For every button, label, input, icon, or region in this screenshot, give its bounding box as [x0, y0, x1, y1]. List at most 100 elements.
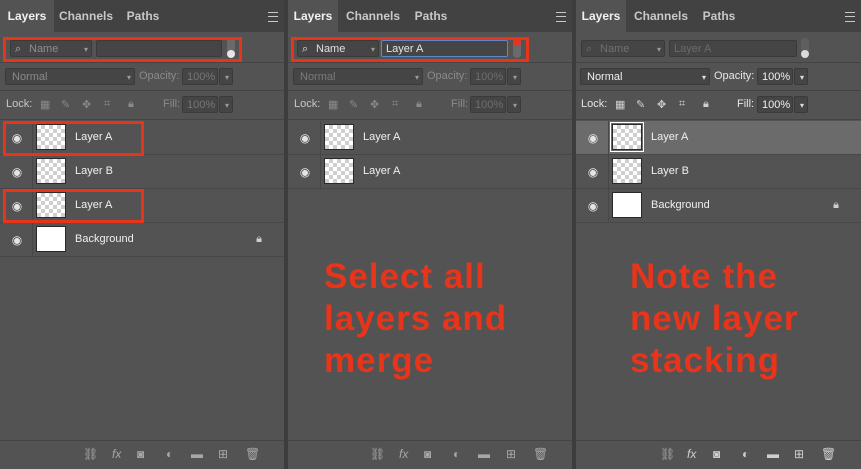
eye-icon[interactable]: ◉: [586, 165, 600, 179]
fx-icon[interactable]: fx: [687, 447, 696, 461]
lock-move-icon[interactable]: ✥: [657, 98, 666, 111]
folder-icon[interactable]: ▬: [478, 447, 490, 461]
eye-icon[interactable]: ◉: [10, 165, 24, 179]
opacity-dropdown[interactable]: ▾: [507, 68, 521, 85]
link-icon[interactable]: ⛓︎: [660, 447, 675, 461]
fx-icon[interactable]: fx: [399, 447, 408, 461]
divider: [320, 121, 321, 154]
panel-menu-icon[interactable]: [845, 12, 855, 22]
lock-paint-icon[interactable]: ✎: [61, 98, 70, 111]
lock-move-icon[interactable]: ✥: [370, 98, 379, 111]
link-icon[interactable]: ⛓︎: [83, 447, 98, 461]
tab-channels[interactable]: Channels: [338, 0, 408, 32]
tab-paths[interactable]: Paths: [408, 0, 454, 32]
lock-all-icon[interactable]: 🔒︎: [128, 98, 134, 111]
adjustment-icon[interactable]: ◐: [742, 447, 749, 461]
layer-row[interactable]: ◉ Background 🔒︎: [0, 223, 284, 257]
lock-transparent-icon[interactable]: ▦: [328, 98, 338, 111]
bottom-toolbar: ⛓︎ fx ◙ ◐ ▬ ⊞ 🗑︎: [576, 440, 861, 469]
panel-menu-icon[interactable]: [268, 12, 278, 22]
tab-channels[interactable]: Channels: [626, 0, 696, 32]
layers-panel-3: Layers Channels Paths ⌕ Name ▾ Layer A N…: [576, 0, 861, 469]
opacity-label: Opacity:: [714, 70, 755, 82]
trash-icon[interactable]: 🗑︎: [245, 447, 260, 461]
layer-row[interactable]: ◉ Layer B: [0, 155, 284, 189]
chevron-down-icon: ▾: [656, 45, 661, 54]
opacity-label: Opacity:: [139, 70, 180, 82]
opacity-input[interactable]: 100%: [470, 68, 506, 85]
layer-thumbnail: [324, 158, 354, 184]
new-layer-icon[interactable]: ⊞: [506, 447, 516, 461]
fill-dropdown[interactable]: ▾: [507, 96, 521, 113]
lock-paint-icon[interactable]: ✎: [349, 98, 358, 111]
mask-icon[interactable]: ◙: [713, 447, 720, 461]
layer-row[interactable]: ◉ Layer A: [576, 121, 861, 155]
eye-icon[interactable]: ◉: [298, 165, 312, 179]
lock-transparent-icon[interactable]: ▦: [615, 98, 625, 111]
blend-mode-dropdown[interactable]: Normal ▾: [5, 68, 135, 85]
eye-icon[interactable]: ◉: [10, 233, 24, 247]
layer-name: Background: [75, 233, 134, 245]
layer-row[interactable]: ◉ Background 🔒︎: [576, 189, 861, 223]
tab-paths[interactable]: Paths: [696, 0, 742, 32]
layer-name: Background: [651, 199, 710, 211]
trash-icon[interactable]: 🗑︎: [533, 447, 548, 461]
bottom-toolbar: ⛓︎ fx ◙ ◐ ▬ ⊞ 🗑︎: [0, 440, 284, 469]
tab-layers[interactable]: Layers: [288, 0, 338, 32]
adjustment-icon[interactable]: ◐: [453, 447, 460, 461]
lock-all-icon[interactable]: 🔒︎: [703, 98, 709, 111]
padlock-icon[interactable]: 🔒︎: [833, 199, 839, 212]
tab-layers[interactable]: Layers: [0, 0, 54, 32]
adjustment-icon[interactable]: ◐: [166, 447, 173, 461]
annotation-text: Select all layers and merge: [324, 257, 508, 380]
fill-dropdown[interactable]: ▾: [794, 96, 808, 113]
mask-icon[interactable]: ◙: [137, 447, 144, 461]
lock-artboard-icon[interactable]: ⌗: [679, 98, 685, 111]
link-icon[interactable]: ⛓︎: [370, 447, 385, 461]
fill-input[interactable]: 100%: [182, 96, 218, 113]
tab-layers[interactable]: Layers: [576, 0, 626, 32]
filter-toggle[interactable]: [801, 38, 809, 58]
eye-icon[interactable]: ◉: [586, 131, 600, 145]
fx-icon[interactable]: fx: [112, 447, 121, 461]
blend-mode-dropdown[interactable]: Normal ▾: [293, 68, 423, 85]
opacity-dropdown[interactable]: ▾: [219, 68, 233, 85]
lock-label: Lock:: [6, 98, 33, 110]
lock-row: Lock: ▦ ✎ ✥ ⌗ 🔒︎ Fill: 100% ▾: [288, 91, 572, 120]
fill-input[interactable]: 100%: [757, 96, 793, 113]
opacity-dropdown[interactable]: ▾: [794, 68, 808, 85]
eye-icon[interactable]: ◉: [586, 199, 600, 213]
trash-icon[interactable]: 🗑︎: [821, 447, 836, 461]
lock-paint-icon[interactable]: ✎: [636, 98, 645, 111]
lock-all-icon[interactable]: 🔒︎: [416, 98, 422, 111]
filter-kind-dropdown[interactable]: ⌕ Name ▾: [581, 40, 665, 57]
chevron-down-icon: ▾: [799, 101, 804, 110]
padlock-icon[interactable]: 🔒︎: [256, 233, 262, 246]
lock-move-icon[interactable]: ✥: [82, 98, 91, 111]
lock-transparent-icon[interactable]: ▦: [40, 98, 50, 111]
new-layer-icon[interactable]: ⊞: [794, 447, 804, 461]
folder-icon[interactable]: ▬: [767, 447, 779, 461]
chevron-down-icon: ▾: [799, 73, 804, 82]
tab-channels[interactable]: Channels: [54, 0, 118, 32]
fill-input[interactable]: 100%: [470, 96, 506, 113]
lock-row: Lock: ▦ ✎ ✥ ⌗ 🔒︎ Fill: 100% ▾: [0, 91, 284, 120]
blend-mode-dropdown[interactable]: Normal ▾: [580, 68, 710, 85]
filter-text-input[interactable]: Layer A: [669, 40, 797, 57]
fill-label: Fill:: [451, 98, 469, 110]
lock-artboard-icon[interactable]: ⌗: [104, 98, 110, 111]
layer-row[interactable]: ◉ Layer A: [288, 155, 572, 189]
folder-icon[interactable]: ▬: [191, 447, 203, 461]
opacity-input[interactable]: 100%: [182, 68, 218, 85]
layer-row[interactable]: ◉ Layer B: [576, 155, 861, 189]
layer-thumbnail: [36, 226, 66, 252]
panel-menu-icon[interactable]: [556, 12, 566, 22]
lock-artboard-icon[interactable]: ⌗: [392, 98, 398, 111]
mask-icon[interactable]: ◙: [424, 447, 431, 461]
fill-dropdown[interactable]: ▾: [219, 96, 233, 113]
eye-icon[interactable]: ◉: [298, 131, 312, 145]
layer-row[interactable]: ◉ Layer A: [288, 121, 572, 155]
opacity-input[interactable]: 100%: [757, 68, 793, 85]
new-layer-icon[interactable]: ⊞: [218, 447, 228, 461]
tab-paths[interactable]: Paths: [118, 0, 168, 32]
